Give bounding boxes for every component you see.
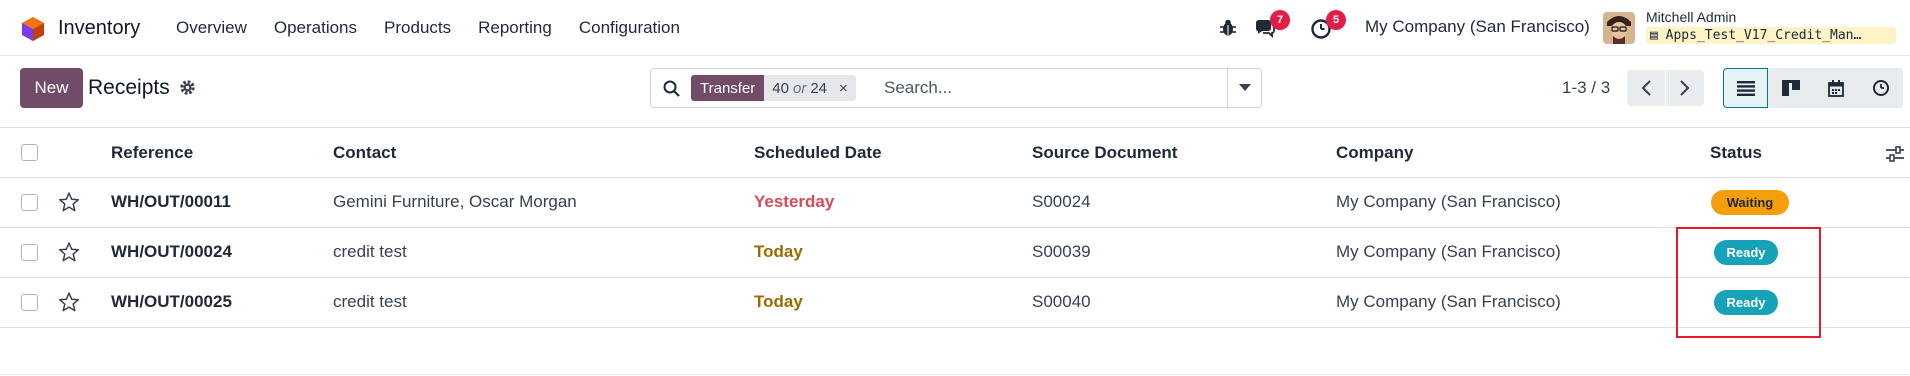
new-button[interactable]: New — [20, 68, 83, 108]
calendar-view-button[interactable] — [1813, 68, 1858, 108]
list-icon — [1736, 81, 1755, 96]
cell-company: My Company (San Francisco) — [1336, 192, 1561, 211]
search-options-toggle[interactable] — [1227, 69, 1261, 107]
table-row[interactable]: WH/OUT/00025 credit test Today S00040 My… — [0, 278, 1910, 328]
footer-divider — [0, 374, 1910, 375]
cell-reference: WH/OUT/00025 — [111, 292, 232, 311]
facet-remove-icon[interactable]: × — [839, 80, 848, 97]
cell-scheduled-date: Today — [754, 292, 803, 311]
col-company[interactable]: Company — [1336, 143, 1413, 163]
col-reference[interactable]: Reference — [111, 143, 193, 163]
select-all-checkbox[interactable] — [21, 144, 38, 161]
database-name: ▤ Apps_Test_V17_Credit_Man… — [1646, 27, 1896, 44]
col-contact[interactable]: Contact — [333, 143, 396, 163]
search-bar: Transfer 40 or 24 × — [650, 68, 1262, 108]
cell-contact: Gemini Furniture, Oscar Morgan — [333, 192, 577, 211]
table-header: Reference Contact Scheduled Date Source … — [0, 127, 1910, 178]
star-icon[interactable] — [58, 241, 80, 263]
table-row[interactable]: WH/OUT/00024 credit test Today S00039 My… — [0, 228, 1910, 278]
cell-company: My Company (San Francisco) — [1336, 292, 1561, 311]
cell-source-document: S00040 — [1032, 292, 1091, 311]
cell-contact: credit test — [333, 292, 407, 311]
row-checkbox[interactable] — [21, 244, 38, 261]
menu-products[interactable]: Products — [384, 18, 451, 38]
facet-value-1: 40 — [772, 79, 789, 97]
activity-badge: 5 — [1326, 10, 1346, 30]
search-input[interactable] — [884, 76, 1214, 100]
pager-value[interactable]: 1-3 / 3 — [1562, 78, 1610, 98]
activity-view-button[interactable] — [1858, 68, 1903, 108]
cell-contact: credit test — [333, 242, 407, 261]
menu-operations[interactable]: Operations — [274, 18, 357, 38]
table-row[interactable]: WH/OUT/00011 Gemini Furniture, Oscar Mor… — [0, 178, 1910, 228]
clock-icon — [1872, 80, 1889, 96]
company-switcher[interactable]: My Company (San Francisco) — [1365, 17, 1590, 37]
pager-previous-button[interactable] — [1627, 70, 1665, 106]
cell-reference: WH/OUT/00024 — [111, 242, 232, 261]
cell-scheduled-date: Yesterday — [754, 192, 835, 211]
chevron-right-icon — [1680, 80, 1690, 96]
facet-values: 40 or 24 × — [764, 75, 856, 101]
search-icon[interactable] — [662, 79, 682, 99]
debug-bug-icon[interactable] — [1218, 18, 1238, 38]
kanban-icon — [1781, 80, 1800, 96]
column-options-icon[interactable] — [1885, 144, 1905, 164]
cell-company: My Company (San Francisco) — [1336, 242, 1561, 261]
database-name-text: Apps_Test_V17_Credit_Man… — [1665, 28, 1862, 43]
facet-label: Transfer — [691, 75, 765, 101]
page-title: Receipts — [88, 76, 170, 99]
kanban-view-button[interactable] — [1768, 68, 1813, 108]
list-view-button[interactable] — [1723, 68, 1768, 108]
col-status[interactable]: Status — [1710, 143, 1762, 163]
row-checkbox[interactable] — [21, 194, 38, 211]
status-badge: Waiting — [1711, 190, 1789, 215]
cell-reference: WH/OUT/00011 — [111, 192, 231, 211]
calendar-icon — [1827, 79, 1844, 97]
messages-badge: 7 — [1270, 10, 1290, 30]
top-navbar: Inventory Overview Operations Products R… — [0, 0, 1910, 56]
main-menu: Overview Operations Products Reporting C… — [176, 18, 680, 38]
cell-source-document: S00039 — [1032, 242, 1091, 261]
menu-reporting[interactable]: Reporting — [478, 18, 552, 38]
menu-overview[interactable]: Overview — [176, 18, 247, 38]
gear-icon[interactable] — [179, 79, 196, 96]
chevron-left-icon — [1641, 80, 1651, 96]
row-checkbox[interactable] — [21, 294, 38, 311]
facet-or: or — [792, 79, 807, 97]
highlight-annotation-box — [1676, 227, 1821, 338]
col-source-document[interactable]: Source Document — [1032, 143, 1177, 163]
star-icon[interactable] — [58, 291, 80, 313]
user-avatar[interactable] — [1603, 12, 1635, 44]
app-name[interactable]: Inventory — [58, 17, 140, 40]
search-facet: Transfer 40 or 24 × — [691, 75, 856, 101]
cell-source-document: S00024 — [1032, 192, 1091, 211]
col-scheduled-date[interactable]: Scheduled Date — [754, 143, 882, 163]
caret-down-icon — [1238, 84, 1251, 91]
user-name[interactable]: Mitchell Admin — [1646, 9, 1736, 25]
star-icon[interactable] — [58, 191, 80, 213]
facet-value-2: 24 — [810, 79, 828, 97]
inventory-app-icon[interactable] — [20, 16, 46, 42]
cell-scheduled-date: Today — [754, 242, 803, 261]
pager-next-button[interactable] — [1666, 70, 1704, 106]
menu-configuration[interactable]: Configuration — [579, 18, 680, 38]
